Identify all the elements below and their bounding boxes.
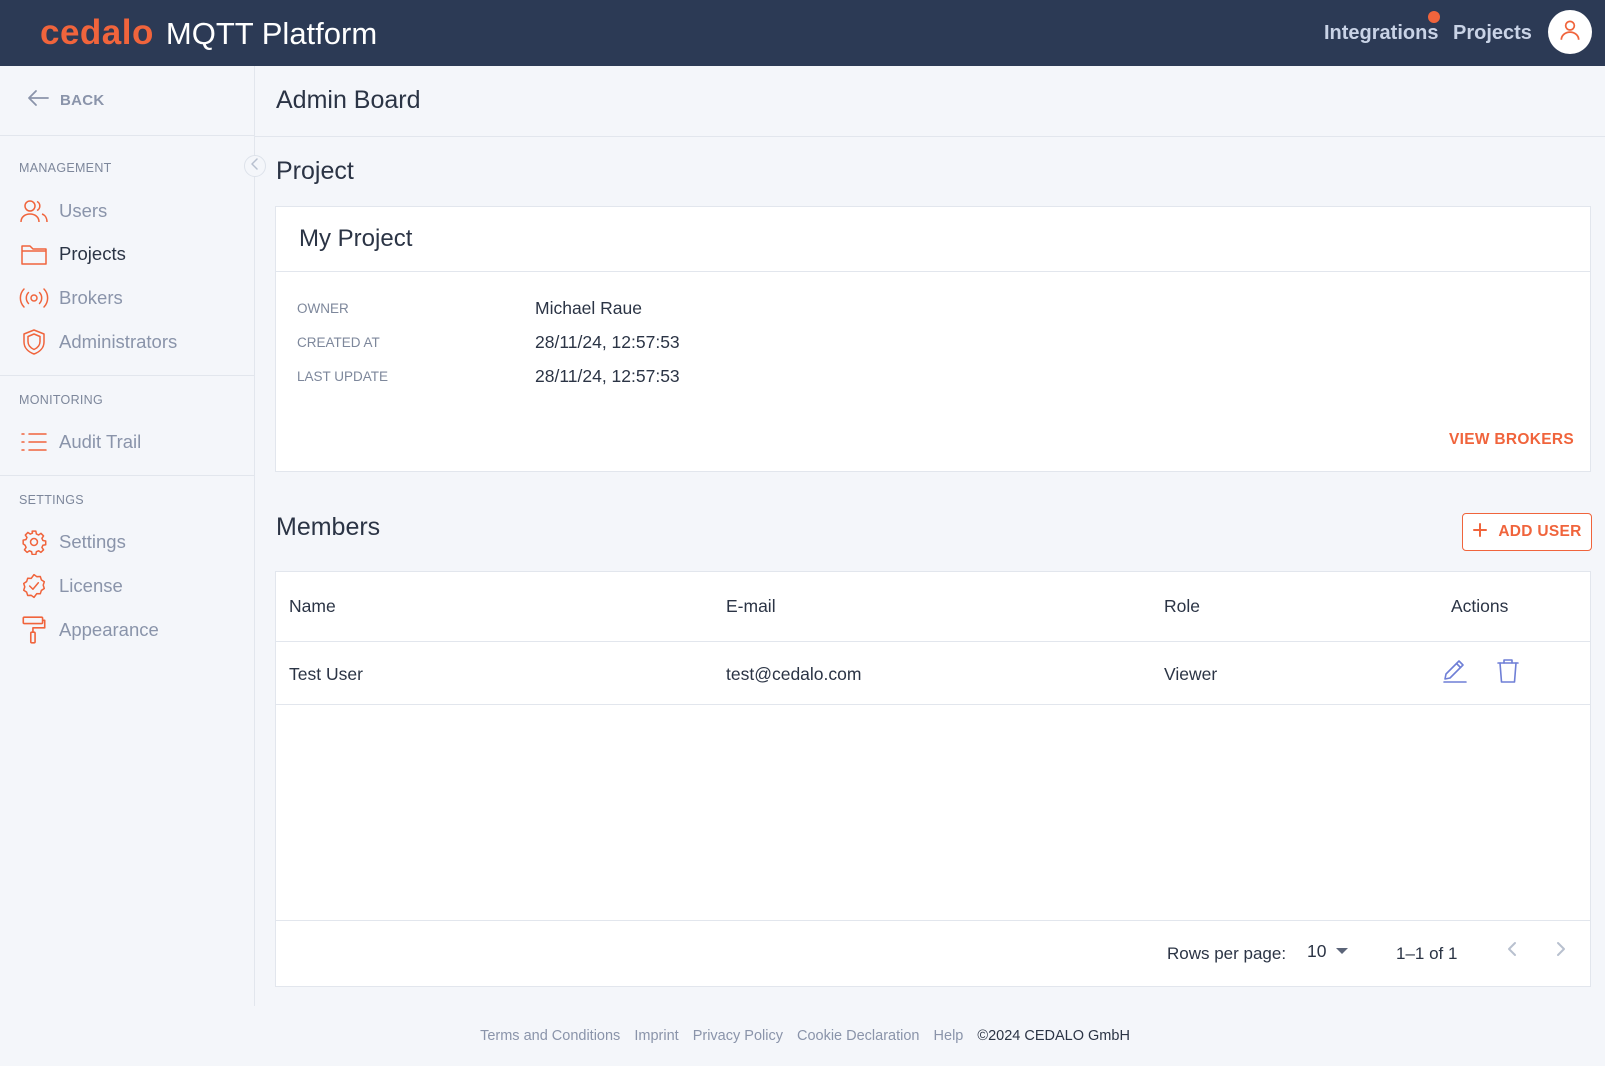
sidebar-item-brokers[interactable]: Brokers	[19, 280, 244, 316]
section-title-monitoring: MONITORING	[19, 393, 104, 407]
list-icon	[19, 427, 49, 457]
project-section-title: Project	[276, 157, 354, 185]
notification-dot	[1428, 11, 1440, 23]
pencil-icon	[1441, 657, 1469, 690]
column-header-actions: Actions	[1451, 596, 1509, 616]
brand-name: MQTT Platform	[165, 16, 378, 51]
sidebar-item-label: Projects	[59, 243, 126, 264]
sidebar-item-license[interactable]: License	[19, 568, 244, 604]
created-at-label: CREATED AT	[297, 335, 380, 350]
row-divider	[276, 704, 1590, 705]
header-divider	[276, 641, 1590, 642]
chevron-left-icon	[1507, 941, 1517, 962]
folder-icon	[19, 239, 49, 269]
footer-link-imprint[interactable]: Imprint	[634, 1028, 678, 1044]
project-name: My Project	[299, 225, 413, 252]
sidebar-item-users[interactable]: Users	[19, 193, 244, 229]
shield-icon	[19, 327, 49, 357]
rows-per-page-label: Rows per page:	[1167, 944, 1287, 963]
nav-integrations[interactable]: Integrations	[1324, 20, 1438, 46]
badge-check-icon	[19, 571, 49, 601]
page-title-bar: Admin Board	[255, 66, 1605, 137]
sidebar-item-label: License	[59, 575, 123, 596]
member-name: Test User	[289, 664, 363, 684]
back-button[interactable]: BACK	[0, 66, 254, 136]
chevron-right-icon	[1556, 941, 1566, 962]
sidebar-item-projects[interactable]: Projects	[19, 236, 244, 272]
card-divider	[276, 271, 1590, 272]
sidebar-item-label: Administrators	[59, 331, 178, 352]
footer: Terms and Conditions Imprint Privacy Pol…	[0, 1028, 1605, 1044]
column-header-email[interactable]: E-mail	[726, 596, 776, 617]
footer-link-help[interactable]: Help	[934, 1028, 964, 1044]
sidebar-item-administrators[interactable]: Administrators	[19, 324, 244, 360]
next-page-button[interactable]	[1544, 934, 1578, 968]
back-label: BACK	[60, 92, 105, 109]
pagination-divider	[276, 920, 1590, 921]
add-user-label: ADD USER	[1498, 523, 1582, 540]
page-title: Admin Board	[276, 86, 421, 114]
sidebar-item-label: Audit Trail	[59, 431, 142, 452]
last-update-label: LAST UPDATE	[297, 369, 389, 384]
owner-label: OWNER	[297, 301, 349, 316]
created-at-value: 28/11/24, 12:57:53	[535, 332, 680, 352]
rows-per-page-select[interactable]: 10	[1307, 934, 1349, 968]
view-brokers-button[interactable]: VIEW BROKERS	[1449, 431, 1574, 449]
member-email: test@cedalo.com	[726, 664, 862, 684]
edit-member-button[interactable]	[1439, 657, 1471, 689]
sidebar-collapse-button[interactable]	[244, 155, 266, 177]
pagination-range: 1–1 of 1	[1396, 944, 1458, 963]
trash-icon	[1495, 657, 1521, 690]
owner-value: Michael Raue	[535, 298, 642, 318]
rows-per-page-value: 10	[1307, 940, 1327, 961]
top-bar: cedalo MQTT Platform Integrations Projec…	[0, 0, 1605, 66]
users-icon	[19, 196, 49, 226]
sidebar-item-appearance[interactable]: Appearance	[19, 612, 244, 648]
member-role: Viewer	[1164, 664, 1218, 684]
caret-down-icon	[1336, 942, 1349, 960]
project-card: My Project OWNER Michael Raue CREATED AT…	[275, 206, 1591, 472]
gear-icon	[19, 527, 49, 557]
section-title-settings: SETTINGS	[19, 493, 84, 507]
sidebar-item-settings[interactable]: Settings	[19, 524, 244, 560]
user-avatar-button[interactable]	[1548, 10, 1592, 54]
sidebar-item-label: Brokers	[59, 287, 123, 308]
previous-page-button[interactable]	[1495, 934, 1529, 968]
brand[interactable]: cedalo MQTT Platform	[40, 11, 377, 55]
members-section-title: Members	[276, 513, 381, 541]
column-header-role[interactable]: Role	[1164, 596, 1200, 617]
user-icon	[1557, 17, 1583, 48]
sidebar: BACK MANAGEMENT Users Projects Brokers A…	[0, 66, 255, 1006]
arrow-left-icon	[26, 88, 50, 113]
plus-icon	[1472, 522, 1488, 543]
chevron-left-icon	[250, 157, 260, 175]
footer-copyright: ©2024 CEDALO GmbH	[977, 1028, 1130, 1044]
column-header-name[interactable]: Name	[289, 596, 336, 617]
delete-member-button[interactable]	[1492, 657, 1524, 689]
broadcast-icon	[19, 283, 49, 313]
sidebar-item-label: Users	[59, 200, 108, 221]
footer-link-terms[interactable]: Terms and Conditions	[480, 1028, 620, 1044]
members-table: Name E-mail Role Actions Test User test@…	[275, 571, 1591, 987]
sidebar-item-audit-trail[interactable]: Audit Trail	[19, 424, 244, 460]
add-user-button[interactable]: ADD USER	[1462, 513, 1592, 551]
sidebar-divider	[0, 475, 254, 476]
footer-link-privacy[interactable]: Privacy Policy	[693, 1028, 783, 1044]
brand-logo: cedalo	[40, 13, 154, 52]
sidebar-item-label: Settings	[59, 531, 126, 552]
nav-projects[interactable]: Projects	[1453, 20, 1532, 46]
section-title-management: MANAGEMENT	[19, 161, 112, 175]
sidebar-divider	[0, 375, 254, 376]
paint-roller-icon	[19, 615, 49, 645]
footer-link-cookies[interactable]: Cookie Declaration	[797, 1028, 920, 1044]
sidebar-item-label: Appearance	[59, 619, 159, 640]
last-update-value: 28/11/24, 12:57:53	[535, 366, 680, 386]
